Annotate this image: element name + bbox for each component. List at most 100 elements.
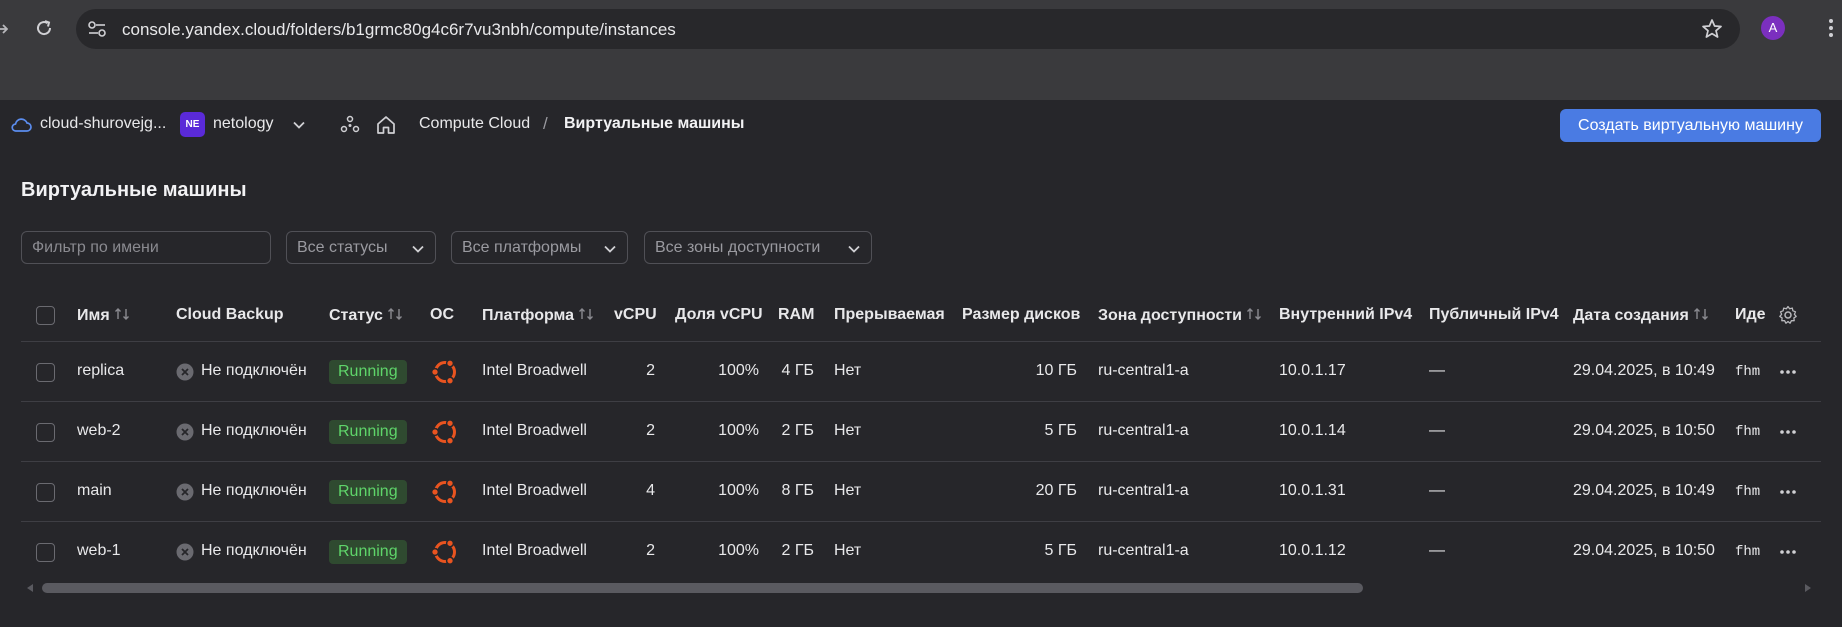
ram-value: 8 ГБ (781, 481, 814, 499)
row-checkbox[interactable] (36, 422, 55, 442)
horizontal-scrollbar-thumb[interactable] (42, 583, 1363, 593)
browser-toolbar: console.yandex.cloud/folders/b1grmc80g4c… (0, 0, 1842, 100)
disk-size-value: 5 ГБ (1044, 541, 1077, 559)
reload-icon[interactable] (32, 16, 56, 40)
column-header-disk-size: Размер дисков (962, 306, 1081, 323)
row-actions-menu-icon[interactable] (1778, 362, 1798, 382)
folder-badge: NE (180, 112, 205, 137)
public-ip-value: — (1429, 421, 1445, 439)
site-info-icon[interactable] (86, 19, 108, 39)
bookmark-star-icon[interactable] (1700, 17, 1724, 41)
vcpu-value: 2 (646, 541, 655, 559)
ubuntu-icon (430, 358, 456, 385)
home-icon[interactable] (375, 114, 397, 136)
zone-value: ru-central1-a (1098, 541, 1189, 559)
services-icon[interactable] (340, 115, 360, 135)
column-header-zone[interactable]: Зона доступности (1098, 306, 1262, 325)
row-checkbox[interactable] (36, 362, 55, 382)
column-header-platform[interactable]: Платформа (482, 306, 594, 325)
column-header-created[interactable]: Дата создания (1573, 306, 1709, 325)
row-actions-menu-icon[interactable] (1778, 542, 1798, 562)
status-badge: Running (329, 419, 407, 444)
vcpu-share-value: 100% (718, 481, 759, 499)
status-filter-select[interactable]: Все статусы (286, 231, 436, 264)
platform-value: Intel Broadwell (482, 481, 587, 499)
row-actions-menu-icon[interactable] (1778, 422, 1798, 442)
created-date-value: 29.04.2025, в 10:50 (1573, 421, 1715, 439)
ubuntu-icon (430, 418, 456, 445)
vm-name-link[interactable]: web-2 (77, 422, 121, 440)
vcpu-value: 2 (646, 361, 655, 379)
platform-value: Intel Broadwell (482, 421, 587, 439)
breadcrumb-compute-cloud[interactable]: Compute Cloud (419, 115, 530, 133)
vm-id-value: fhm (1735, 363, 1761, 380)
browser-menu-icon[interactable] (1820, 16, 1842, 40)
column-header-backup: Cloud Backup (176, 306, 284, 323)
chevron-down-icon[interactable] (292, 118, 306, 132)
table-settings-gear-icon[interactable] (1778, 305, 1798, 325)
vm-id-value: fhm (1735, 483, 1761, 500)
vm-id-value: fhm (1735, 543, 1761, 560)
column-header-internal-ip: Внутренний IPv4 (1279, 306, 1413, 323)
create-vm-button[interactable]: Создать виртуальную машину (1560, 109, 1821, 142)
status-filter-label: Все статусы (297, 239, 388, 256)
zone-value: ru-central1-a (1098, 421, 1189, 439)
cloud-selector[interactable]: cloud-shurovejg... (40, 115, 166, 133)
backup-status: Не подключён (201, 421, 307, 439)
preemptible-value: Нет (834, 421, 862, 439)
row-divider (21, 461, 1821, 462)
url-text[interactable]: console.yandex.cloud/folders/b1grmc80g4c… (122, 20, 676, 40)
not-connected-icon (176, 363, 194, 380)
public-ip-value: — (1429, 481, 1445, 499)
sort-icon[interactable] (1693, 306, 1709, 322)
column-header-public-ip: Публичный IPv4 (1429, 306, 1559, 323)
name-filter-input[interactable] (21, 231, 271, 264)
profile-avatar[interactable]: A (1761, 16, 1785, 40)
vcpu-value: 2 (646, 421, 655, 439)
ram-value: 4 ГБ (781, 361, 814, 379)
sort-icon[interactable] (578, 306, 594, 322)
column-header-status[interactable]: Статус (329, 306, 403, 325)
vm-name-link[interactable]: web-1 (77, 542, 121, 560)
column-header-os: ОС (430, 306, 454, 323)
forward-arrow-icon[interactable] (0, 22, 8, 36)
zone-filter-select[interactable]: Все зоны доступности (644, 231, 872, 264)
vcpu-share-value: 100% (718, 541, 759, 559)
row-checkbox[interactable] (36, 482, 55, 502)
row-actions-menu-icon[interactable] (1778, 482, 1798, 502)
column-header-id: Иде (1735, 306, 1765, 323)
column-header-platform-label: Платформа (482, 307, 575, 324)
created-date-value: 29.04.2025, в 10:50 (1573, 541, 1715, 559)
column-header-name[interactable]: Имя (77, 306, 130, 325)
column-header-status-label: Статус (329, 307, 383, 324)
column-header-vcpu-share: Доля vCPU (675, 306, 763, 323)
backup-status: Не подключён (201, 541, 307, 559)
ubuntu-icon (430, 478, 456, 505)
sort-icon[interactable] (114, 306, 130, 322)
folder-selector[interactable]: netology (213, 115, 274, 133)
sort-icon[interactable] (387, 306, 403, 322)
address-bar[interactable]: console.yandex.cloud/folders/b1grmc80g4c… (76, 9, 1740, 49)
platform-filter-label: Все платформы (462, 239, 582, 256)
page-title: Виртуальные машины (21, 179, 247, 201)
not-connected-icon (176, 483, 194, 500)
select-all-checkbox[interactable] (36, 306, 55, 325)
status-badge: Running (329, 359, 407, 384)
zone-value: ru-central1-a (1098, 481, 1189, 499)
console-header: cloud-shurovejg... NE netology Compute C… (0, 100, 1842, 150)
scroll-right-arrow-icon[interactable] (1803, 583, 1813, 593)
vcpu-share-value: 100% (718, 421, 759, 439)
breadcrumb-separator: / (543, 114, 548, 133)
platform-value: Intel Broadwell (482, 361, 587, 379)
disk-size-value: 5 ГБ (1044, 421, 1077, 439)
platform-filter-select[interactable]: Все платформы (451, 231, 628, 264)
vm-name-link[interactable]: main (77, 482, 112, 500)
sort-icon[interactable] (1246, 306, 1262, 322)
row-checkbox[interactable] (36, 542, 55, 562)
column-header-preemptible: Прерываемая (834, 306, 945, 323)
vm-name-link[interactable]: replica (77, 362, 124, 380)
disk-size-value: 20 ГБ (1035, 481, 1077, 499)
scroll-left-arrow-icon[interactable] (25, 583, 35, 593)
backup-status: Не подключён (201, 481, 307, 499)
status-badge: Running (329, 479, 407, 504)
